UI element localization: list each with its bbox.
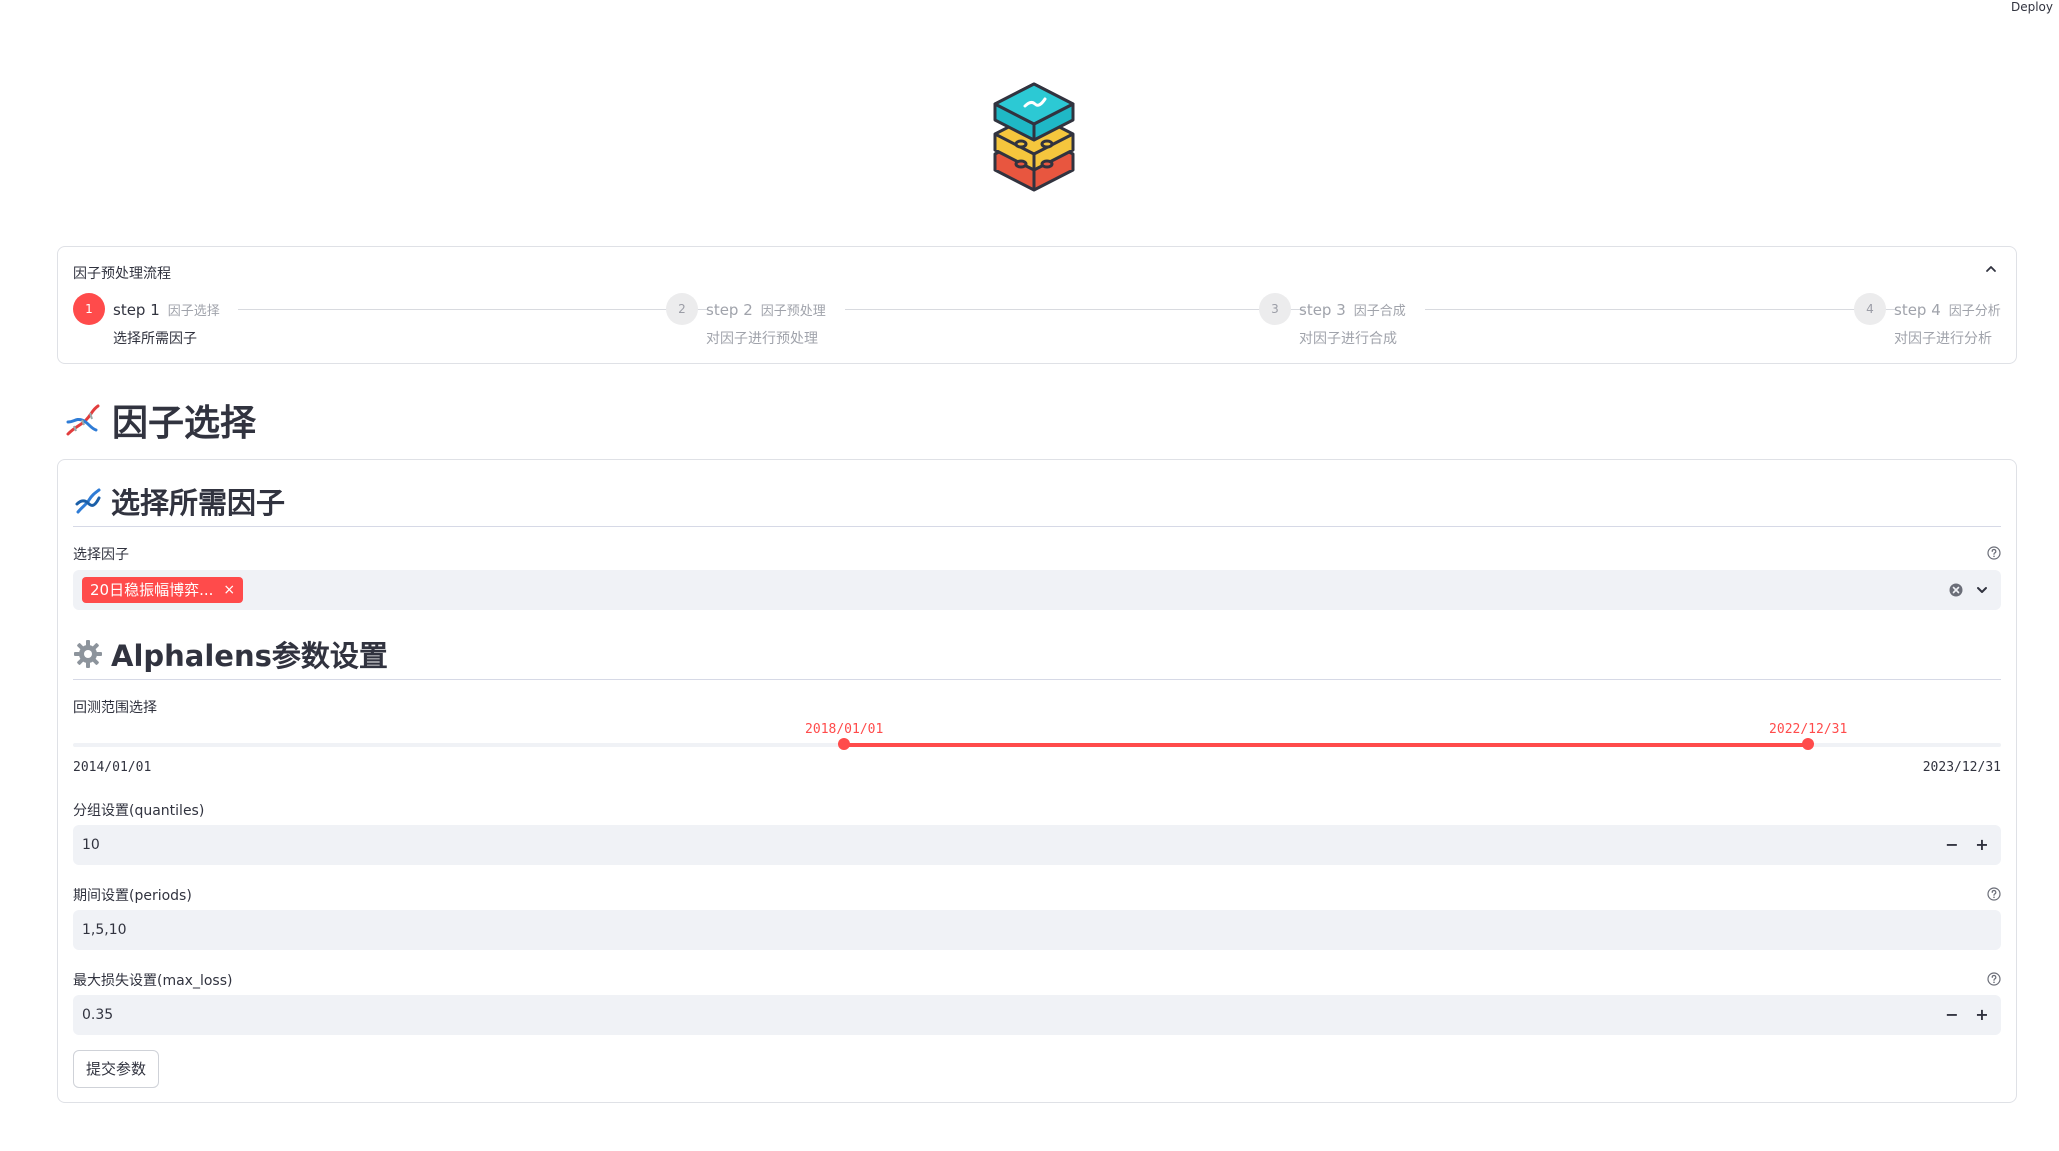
decrement-button[interactable]: − [1937, 995, 1967, 1035]
step-sublabel: 因子预处理 [760, 304, 826, 319]
help-icon[interactable] [1987, 546, 2001, 560]
step-sublabel: 因子分析 [1948, 304, 2001, 319]
slider-start-handle[interactable] [838, 738, 851, 750]
factor-multiselect[interactable]: 20日稳振幅博弈... × [73, 570, 2001, 610]
submit-params-button[interactable]: 提交参数 [73, 1050, 160, 1088]
range-end-value: 2022/12/31 [1769, 722, 1848, 737]
step-label: step 4 因子分析 [1894, 301, 2001, 319]
help-icon[interactable] [1987, 887, 2001, 901]
date-range-slider[interactable] [73, 738, 2001, 750]
increment-button[interactable]: + [1967, 995, 1997, 1035]
max-loss-label: 最大损失设置(max_loss) [73, 973, 233, 989]
step-description: 选择所需因子 [113, 331, 197, 347]
section-divider [73, 679, 2001, 680]
page-title-text: 因子选择 [112, 403, 257, 444]
quantiles-value: 10 [82, 837, 100, 853]
app-logo [993, 82, 1075, 192]
gear-icon [74, 640, 102, 668]
dna-icon [75, 488, 101, 514]
step-description: 对因子进行分析 [1894, 331, 1992, 347]
periods-label: 期间设置(periods) [73, 888, 192, 904]
periods-input[interactable]: 1,5,10 [73, 910, 2001, 950]
factor-select-label: 选择因子 [73, 547, 129, 563]
step-number: 4 [1854, 293, 1886, 325]
step-connector [238, 309, 708, 310]
step-label: step 2 因子预处理 [706, 301, 826, 319]
max-loss-input[interactable]: 0.35 − + [73, 995, 2001, 1035]
factor-form-card: 选择所需因子 选择因子 20日稳振幅博弈... × Alphalens参数设置 … [57, 459, 2017, 1103]
help-icon[interactable] [1987, 972, 2001, 986]
step-connector [1425, 309, 1895, 310]
params-section-title: Alphalens参数设置 [73, 633, 388, 675]
slider-min-label: 2014/01/01 [73, 760, 152, 775]
step-description: 对因子进行预处理 [706, 331, 818, 347]
step-connector [845, 309, 1305, 310]
max-loss-value: 0.35 [82, 1007, 114, 1023]
remove-tag-icon[interactable]: × [223, 577, 235, 603]
step-number: 3 [1259, 293, 1291, 325]
clear-icon[interactable] [1949, 583, 1963, 597]
step-number: 2 [666, 293, 698, 325]
slider-selected-range [844, 743, 1809, 747]
quantiles-input[interactable]: 10 − + [73, 825, 2001, 865]
selected-factor-tag: 20日稳振幅博弈... × [82, 577, 244, 603]
decrement-button[interactable]: − [1937, 825, 1967, 865]
chevron-up-icon[interactable] [1984, 262, 1998, 276]
slider-max-label: 2023/12/31 [1922, 760, 2001, 775]
step-sublabel: 因子合成 [1353, 304, 1406, 319]
slider-end-handle[interactable] [1802, 738, 1815, 750]
range-start-value: 2018/01/01 [805, 722, 884, 737]
page-title: 因子选择 [62, 394, 256, 446]
step-label: step 1 因子选择 [113, 301, 220, 319]
factor-section-title: 选择所需因子 [73, 480, 285, 522]
step-label: step 3 因子合成 [1299, 301, 1406, 319]
process-steps-panel: 因子预处理流程 1 step 1 因子选择 选择所需因子 2 step 2 因子预处… [57, 246, 2017, 364]
periods-value: 1,5,10 [82, 922, 127, 938]
steps-panel-title: 因子预处理流程 [73, 266, 171, 282]
deploy-button[interactable]: Deploy [2011, 0, 2053, 14]
step-description: 对因子进行合成 [1299, 331, 1397, 347]
step-sublabel: 因子选择 [167, 304, 220, 319]
chevron-down-icon[interactable] [1975, 584, 1989, 596]
quantiles-label: 分组设置(quantiles) [73, 803, 205, 819]
range-label: 回测范围选择 [73, 700, 157, 716]
step-number: 1 [73, 293, 105, 325]
section-divider [73, 526, 2001, 527]
increment-button[interactable]: + [1967, 825, 1997, 865]
dna-icon [66, 404, 100, 436]
